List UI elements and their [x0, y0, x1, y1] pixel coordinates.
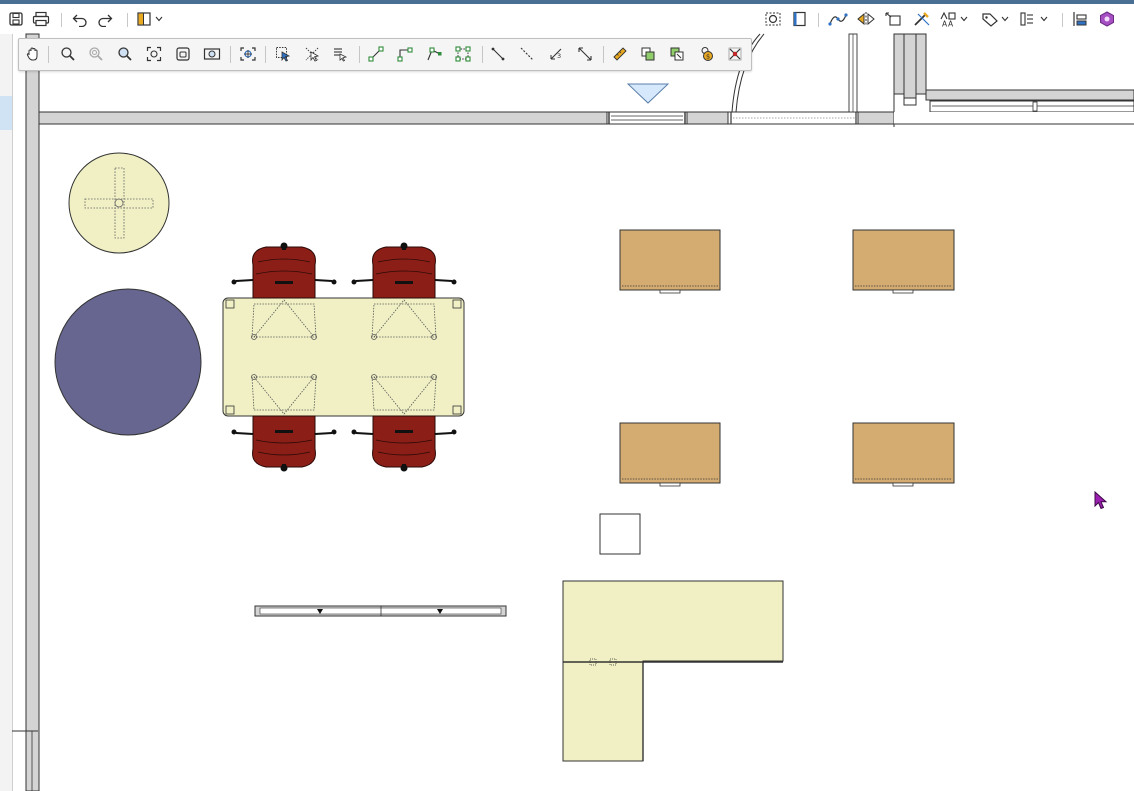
svg-text:3: 3 — [557, 52, 561, 60]
dimension-icon[interactable]: 3 — [545, 44, 567, 64]
structure-icon[interactable] — [1070, 9, 1090, 29]
office-chair[interactable] — [351, 374, 457, 472]
zoom-window-icon[interactable] — [114, 44, 136, 64]
toolbar-separator — [1062, 13, 1063, 27]
save-icon[interactable] — [6, 9, 26, 29]
deselect-icon[interactable] — [301, 44, 323, 64]
left-wall — [12, 33, 40, 791]
zoom-out-icon[interactable] — [85, 44, 107, 64]
conference-table[interactable] — [222, 297, 465, 417]
edit-tools-icon[interactable] — [911, 9, 933, 29]
toolbar-separator — [603, 46, 604, 63]
main-toolbar: AA — [0, 4, 1134, 34]
edit-point-icon[interactable] — [423, 44, 445, 64]
camera-view-icon[interactable] — [201, 44, 223, 64]
angle-dimension-icon[interactable] — [574, 44, 596, 64]
upper-right-walls — [848, 33, 1134, 127]
cost-estimate-icon[interactable]: $ — [695, 44, 717, 64]
toolbar-separator — [61, 13, 62, 27]
3d-object-icon[interactable] — [1097, 9, 1117, 29]
left-panel-selected-item[interactable] — [0, 96, 12, 130]
top-wall — [38, 111, 895, 125]
draw-line-icon[interactable] — [487, 44, 509, 64]
edit-area-icon[interactable] — [452, 44, 474, 64]
l-shaped-desk[interactable] — [562, 580, 784, 762]
undo-icon[interactable] — [70, 9, 90, 29]
floating-view-toolbar: 3 $ — [18, 38, 752, 71]
desk[interactable] — [619, 422, 721, 487]
desk[interactable] — [619, 229, 721, 294]
toolbar-separator — [265, 46, 266, 63]
text-style-icon[interactable]: AA — [939, 9, 969, 29]
mouse-cursor-icon — [1094, 491, 1108, 510]
delete-icon[interactable] — [724, 44, 746, 64]
dashed-line-icon[interactable] — [516, 44, 538, 64]
wall-cabinet[interactable] — [254, 605, 507, 617]
transform-icon[interactable] — [883, 9, 905, 29]
small-box[interactable] — [599, 513, 641, 555]
measure-ruler-icon[interactable] — [609, 44, 631, 64]
zoom-selection-icon[interactable] — [762, 9, 784, 29]
toolbar-separator — [230, 46, 231, 63]
zoom-previous-icon[interactable] — [172, 44, 194, 64]
svg-text:$: $ — [706, 53, 710, 61]
select-icon[interactable] — [272, 44, 294, 64]
round-rug[interactable] — [54, 288, 202, 436]
print-icon[interactable] — [30, 9, 52, 29]
redo-icon[interactable] — [95, 9, 115, 29]
desk[interactable] — [852, 229, 955, 294]
fill-window-icon[interactable] — [143, 44, 165, 64]
line-tool-icon[interactable] — [365, 44, 387, 64]
tag-icon[interactable] — [981, 9, 1011, 29]
replace-object-icon[interactable] — [666, 44, 688, 64]
spline-tool-icon[interactable] — [827, 9, 849, 29]
toolbar-separator — [48, 46, 49, 63]
floor-plan-canvas[interactable] — [0, 0, 1134, 791]
center-view-icon[interactable] — [237, 44, 259, 64]
mirror-icon[interactable] — [855, 9, 877, 29]
desk[interactable] — [852, 422, 955, 487]
polyline-tool-icon[interactable] — [394, 44, 416, 64]
toolbar-separator — [359, 46, 360, 63]
schedule-icon[interactable] — [1019, 9, 1051, 29]
view-layout-icon[interactable] — [135, 9, 167, 29]
office-chair[interactable] — [231, 242, 337, 340]
toolbar-separator — [818, 13, 819, 27]
svg-text:A: A — [948, 20, 954, 28]
pan-hand-icon[interactable] — [22, 44, 44, 64]
round-table-small[interactable] — [68, 152, 170, 254]
toolbar-separator — [127, 13, 128, 27]
zoom-in-icon[interactable] — [57, 44, 79, 64]
camera-marker-triangle[interactable] — [626, 83, 670, 104]
copy-object-icon[interactable] — [637, 44, 659, 64]
left-side-panel[interactable] — [0, 34, 13, 791]
toolbar-separator — [482, 46, 483, 63]
office-chair[interactable] — [231, 374, 337, 472]
select-by-type-icon[interactable] — [329, 44, 351, 64]
library-book-icon[interactable] — [789, 9, 809, 29]
office-chair[interactable] — [351, 242, 457, 340]
